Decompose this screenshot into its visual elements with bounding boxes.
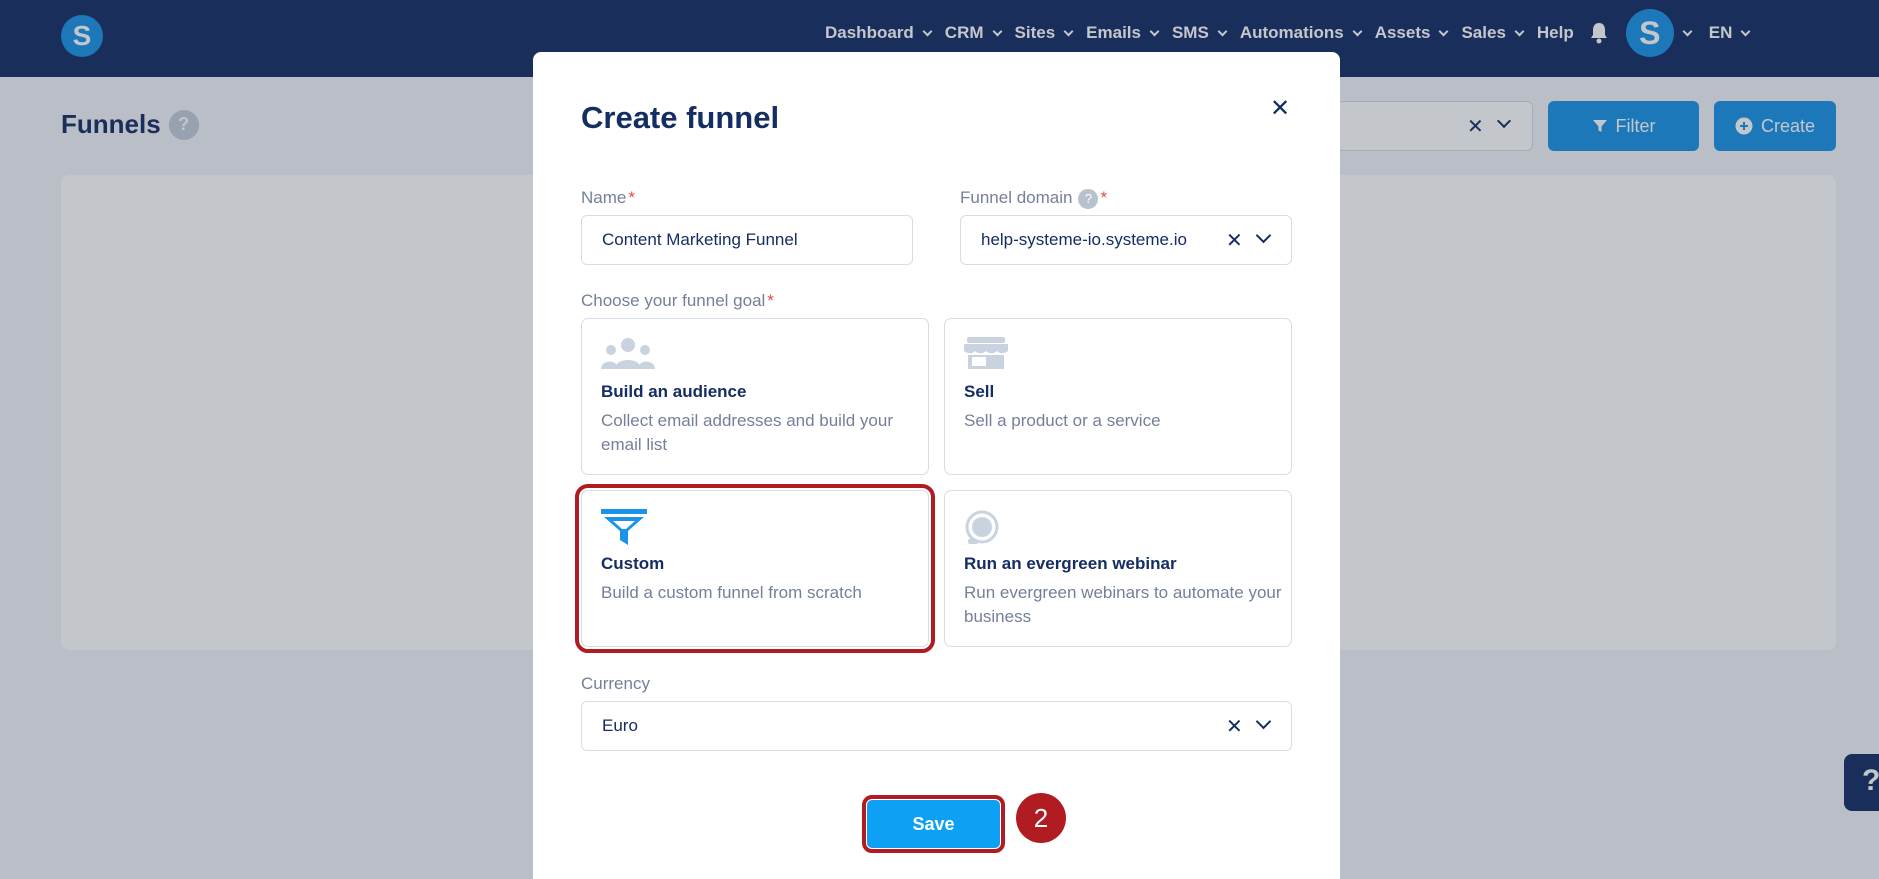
save-button[interactable]: Save — [862, 795, 1005, 853]
funnel-domain-label-text: Funnel domain — [960, 188, 1073, 207]
goal-card-evergreen-webinar[interactable]: Run an evergreen webinar Run evergreen w… — [944, 490, 1292, 647]
step-number-badge: 2 — [1016, 793, 1066, 843]
clear-icon[interactable]: ✕ — [1226, 228, 1243, 253]
funnel-domain-select[interactable]: help-systeme-io.systeme.io ✕ — [960, 215, 1292, 265]
goal-card-description: Build a custom funnel from scratch — [601, 583, 862, 602]
chevron-down-icon — [1255, 713, 1272, 730]
name-input[interactable]: Content Marketing Funnel — [581, 215, 913, 265]
funnel-goal-label-text: Choose your funnel goal — [581, 291, 766, 310]
currency-label: Currency — [581, 674, 650, 693]
required-mark: * — [628, 188, 635, 207]
goal-card-description: Collect email addresses and build your e… — [601, 411, 893, 454]
goal-card-build-audience[interactable]: Build an audience Collect email addresse… — [581, 318, 929, 475]
goal-card-title: Sell — [964, 382, 995, 401]
required-mark: * — [1100, 188, 1108, 207]
currency-value: Euro — [602, 716, 638, 735]
close-icon[interactable]: ✕ — [1270, 94, 1290, 123]
goal-card-description: Sell a product or a service — [964, 411, 1161, 430]
audience-icon — [601, 338, 655, 369]
chevron-down-icon — [1255, 227, 1272, 244]
help-icon[interactable]: ? — [1078, 188, 1099, 209]
name-label: Name * — [581, 188, 635, 208]
create-funnel-modal: Create funnel ✕ Name * Content Marketing … — [533, 52, 1340, 879]
funnel-domain-value: help-systeme-io.systeme.io — [981, 230, 1187, 249]
modal-title: Create funnel — [581, 100, 780, 135]
goal-card-title: Custom — [601, 554, 665, 573]
goal-card-description: Run evergreen webinars to automate your … — [964, 583, 1282, 626]
webinar-icon — [965, 510, 999, 544]
currency-select[interactable]: Euro ✕ — [581, 701, 1292, 751]
goal-card-custom[interactable]: Custom Build a custom funnel from scratc… — [575, 484, 935, 653]
goal-card-title: Run an evergreen webinar — [964, 554, 1177, 573]
funnel-icon — [601, 509, 647, 545]
goal-card-title: Build an audience — [601, 382, 747, 401]
name-label-text: Name — [581, 188, 627, 207]
goal-card-sell[interactable]: Sell Sell a product or a service — [944, 318, 1292, 475]
clear-icon[interactable]: ✕ — [1226, 714, 1243, 739]
funnel-goal-label: Choose your funnel goal * — [581, 291, 774, 311]
store-icon — [964, 337, 1008, 369]
funnel-domain-label: Funnel domain? * — [960, 188, 1107, 209]
required-mark: * — [767, 291, 774, 310]
name-input-value: Content Marketing Funnel — [602, 230, 798, 249]
